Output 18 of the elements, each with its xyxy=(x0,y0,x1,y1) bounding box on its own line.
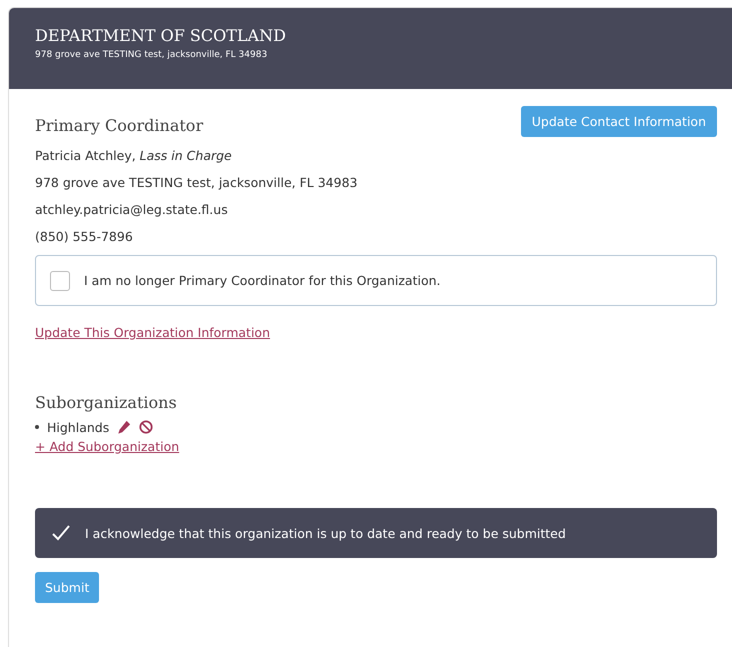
coordinator-name: Patricia Atchley, Lass in Charge xyxy=(35,148,233,165)
prohibited-icon[interactable] xyxy=(139,420,154,434)
checkbox[interactable] xyxy=(50,270,70,290)
coordinator-phone: (850) 555-7896 xyxy=(35,229,134,246)
add-suborganization-link[interactable]: + Add Suborganization xyxy=(35,439,180,454)
coordinator-address: 978 grove ave TESTING test, jacksonville, FL 34983 xyxy=(35,175,358,192)
organization-address: 978 grove ave TESTING test, jacksonville, FL 34983 xyxy=(35,50,268,60)
bullet-icon xyxy=(35,425,39,429)
section-heading: Suborganizations xyxy=(35,393,178,412)
pencil-icon[interactable] xyxy=(117,420,132,434)
coordinator-email: atchley.patricia@leg.state.fl.us xyxy=(35,202,229,219)
section-heading: Primary Coordinator xyxy=(35,116,204,135)
acknowledge-checkbox[interactable]: I acknowledge that this organization is up to date and ready to be submitted xyxy=(35,508,717,558)
checkbox-label: I am no longer Primary Coordinator for this Organization. xyxy=(84,273,440,288)
checkmark-icon xyxy=(51,523,71,543)
update-organization-link[interactable]: Update This Organization Information xyxy=(35,325,270,340)
organization-title: DEPARTMENT OF SCOTLAND xyxy=(35,26,287,45)
suborganization-name: Highlands xyxy=(47,420,110,434)
